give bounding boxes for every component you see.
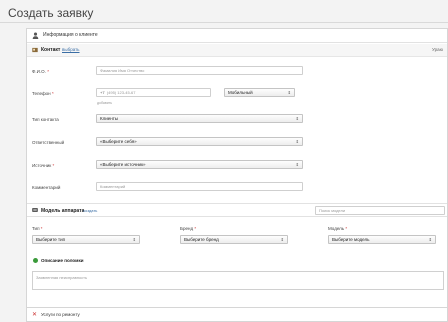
phone-label: Телефон * (32, 91, 54, 96)
contact-right-text[interactable]: Ураю (432, 47, 443, 52)
status-dot-icon (33, 258, 38, 263)
title-divider (0, 22, 448, 23)
contact-choose-link[interactable]: выбрать (62, 47, 80, 52)
model-label: Модель * (328, 226, 348, 231)
device-type-label: Тип * (32, 226, 43, 231)
source-label: Источник * (32, 163, 55, 168)
brand-label: Бренд * (180, 226, 197, 231)
phone-placeholder: (495) 123-45-67 (106, 90, 136, 95)
contact-type-label: Тип контакта (32, 117, 59, 122)
person-icon (32, 32, 39, 39)
client-section-title: Информация о клиенте (43, 32, 98, 38)
defect-title: Описание поломки (41, 258, 84, 263)
model-search-input[interactable]: Поиск модели (315, 206, 445, 215)
select-arrows-icon: ⇕ (295, 139, 299, 144)
select-arrows-icon: ⇕ (132, 237, 136, 242)
select-arrows-icon: ⇕ (280, 237, 284, 242)
comment-label: Комментарий (32, 185, 61, 190)
contact-label: Контакт (41, 47, 61, 53)
phone-prefix: +7 (100, 90, 105, 95)
tools-icon: ✕ (32, 312, 38, 318)
contact-type-select[interactable]: Клиенты ⇕ (96, 114, 303, 123)
device-type-select[interactable]: Выберите тип ⇕ (32, 235, 140, 244)
responsible-select[interactable]: «Выберите себя» ⇕ (96, 137, 303, 146)
contact-bar: Контакт выбрать Ураю (27, 44, 447, 57)
client-section-header: Информация о клиенте (27, 29, 447, 43)
model-section-title: Модель аппарата (41, 208, 85, 214)
responsible-label: Ответственный (32, 140, 65, 145)
brand-select[interactable]: Выберите бренд ⇕ (180, 235, 288, 244)
phone-type-select[interactable]: Мобильный ⇕ (224, 88, 295, 97)
comment-input[interactable]: Комментарий (96, 182, 303, 191)
fio-input[interactable]: Фамилия Имя Отчество (96, 66, 303, 75)
request-form-panel: Информация о клиенте Контакт выбрать Ура… (26, 28, 448, 322)
source-select[interactable]: «Выберите источник» ⇕ (96, 160, 303, 169)
select-arrows-icon: ⇕ (428, 237, 432, 242)
select-arrows-icon: ⇕ (287, 90, 291, 95)
services-section-header[interactable]: ✕ Услуги по ремонту (27, 307, 447, 321)
model-select[interactable]: Выберите модель ⇕ (328, 235, 436, 244)
defect-textarea[interactable]: Заявленная неисправность (32, 271, 444, 290)
model-create-link[interactable]: создать (83, 208, 97, 213)
phone-add-link[interactable]: добавить (97, 101, 112, 105)
phone-input[interactable]: +7 (495) 123-45-67 (96, 88, 211, 97)
fio-label: Ф.И.О. * (32, 69, 49, 74)
select-arrows-icon: ⇕ (295, 162, 299, 167)
contact-card-icon (32, 47, 38, 53)
services-section-title: Услуги по ремонту (41, 312, 80, 317)
model-section-header: Модель аппарата создать Поиск модели (27, 203, 447, 217)
page-title: Создать заявку (8, 6, 94, 20)
select-arrows-icon: ⇕ (295, 116, 299, 121)
device-icon (32, 208, 38, 212)
